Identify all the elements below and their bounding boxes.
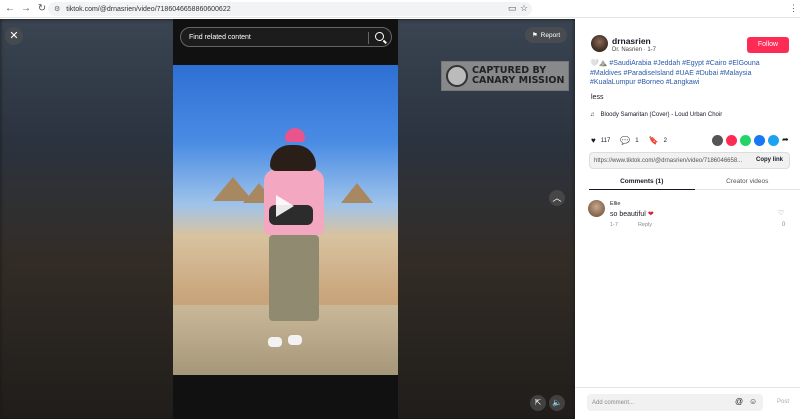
related-search-input[interactable]: Find related content bbox=[180, 27, 392, 47]
engagement-stats: ♥ 117 💬 1 🔖 2 bbox=[591, 136, 667, 145]
music-link[interactable]: ♫ Bloody Samaritan (Cover) - Loud Urban … bbox=[590, 112, 722, 118]
comment-author[interactable]: Ellie bbox=[610, 201, 620, 207]
avatar[interactable] bbox=[588, 200, 605, 217]
copy-link-button[interactable]: Copy link bbox=[756, 157, 783, 163]
tab-comments[interactable]: Comments (1) bbox=[589, 174, 695, 190]
pyramid-image bbox=[341, 183, 373, 203]
hashtag-list[interactable]: #SaudiArabia #Jeddah #Egypt #Cairo #ElGo… bbox=[590, 60, 760, 86]
share-friend-icon[interactable] bbox=[726, 135, 737, 146]
twitter-icon[interactable] bbox=[768, 135, 779, 146]
follow-button[interactable]: Follow bbox=[747, 37, 789, 53]
browser-toolbar: ← → ↻ ⚙ tiktok.com/@drnasrien/video/7186… bbox=[0, 0, 800, 18]
video-description: 🤍⛰️ #SaudiArabia #Jeddah #Egypt #Cairo #… bbox=[590, 60, 760, 86]
mention-icon[interactable]: @ bbox=[735, 397, 743, 406]
comment-text: so beautiful ❤ bbox=[610, 210, 654, 219]
flag-icon: ⚑ bbox=[531, 32, 538, 39]
post-button[interactable]: Post bbox=[777, 399, 789, 405]
bookmark-star-icon[interactable]: ☆ bbox=[520, 3, 528, 14]
embed-icon[interactable] bbox=[712, 135, 723, 146]
search-placeholder: Find related content bbox=[189, 33, 251, 41]
close-icon[interactable]: ✕ bbox=[5, 27, 23, 45]
comment-input[interactable]: Add comment... @ ☺ bbox=[587, 394, 763, 411]
username[interactable]: drnasrien bbox=[612, 36, 651, 46]
comment-like-count: 0 bbox=[782, 222, 786, 228]
search-icon[interactable] bbox=[375, 32, 384, 41]
forward-icon[interactable]: → bbox=[20, 3, 32, 15]
comment-date: 1-7 bbox=[610, 222, 618, 228]
watermark: CAPTURED BY CANARY MISSION bbox=[441, 61, 569, 91]
emoji-icon[interactable]: ☺ bbox=[749, 397, 757, 406]
heart-icon[interactable]: ♥ bbox=[591, 136, 596, 145]
panel-tabs: Comments (1) Creator videos bbox=[589, 174, 800, 190]
video-frame[interactable] bbox=[173, 65, 398, 375]
facebook-icon[interactable] bbox=[754, 135, 765, 146]
site-info-icon[interactable]: ⚙ bbox=[54, 5, 60, 13]
share-arrow-icon[interactable]: ➦ bbox=[782, 135, 789, 144]
details-panel: drnasrien Dr. Nasrien · 1-7 Follow 🤍⛰️ #… bbox=[575, 19, 800, 419]
avatar[interactable] bbox=[591, 35, 608, 52]
comment-icon[interactable]: 💬 bbox=[620, 136, 630, 145]
reload-icon[interactable]: ↻ bbox=[36, 3, 48, 15]
report-button[interactable]: ⚑ Report bbox=[525, 27, 567, 43]
url-text: tiktok.com/@drnasrien/video/718604665886… bbox=[66, 5, 231, 13]
play-icon[interactable] bbox=[276, 195, 294, 217]
bookmark-icon[interactable]: 🔖 bbox=[649, 136, 659, 145]
canary-seal-icon bbox=[446, 65, 468, 87]
tab-creator-videos[interactable]: Creator videos bbox=[695, 174, 800, 189]
video-link-field[interactable]: https://www.tiktok.com/@drnasrien/video/… bbox=[589, 152, 790, 169]
browser-menu-icon[interactable]: ⋮ bbox=[789, 3, 798, 14]
volume-icon[interactable]: 🔈 bbox=[549, 395, 565, 411]
back-icon[interactable]: ← bbox=[4, 3, 16, 15]
chevron-up-icon[interactable]: ︿ bbox=[549, 190, 565, 206]
address-bar[interactable]: ⚙ tiktok.com/@drnasrien/video/7186046658… bbox=[48, 2, 532, 16]
music-note-icon: ♫ bbox=[590, 112, 595, 118]
whatsapp-icon[interactable] bbox=[740, 135, 751, 146]
reply-button[interactable]: Reply bbox=[638, 222, 652, 228]
less-toggle[interactable]: less bbox=[591, 94, 603, 101]
cast-icon[interactable]: ▭ bbox=[508, 3, 517, 14]
red-heart-icon: ❤ bbox=[647, 211, 654, 218]
floating-player-icon[interactable]: ⇱ bbox=[530, 395, 546, 411]
display-name: Dr. Nasrien · 1-7 bbox=[612, 47, 657, 53]
video-player-area: ✕ Find related content ⚑ Report CAPTURED… bbox=[0, 19, 575, 419]
heart-outline-icon[interactable]: ♡ bbox=[778, 209, 784, 217]
